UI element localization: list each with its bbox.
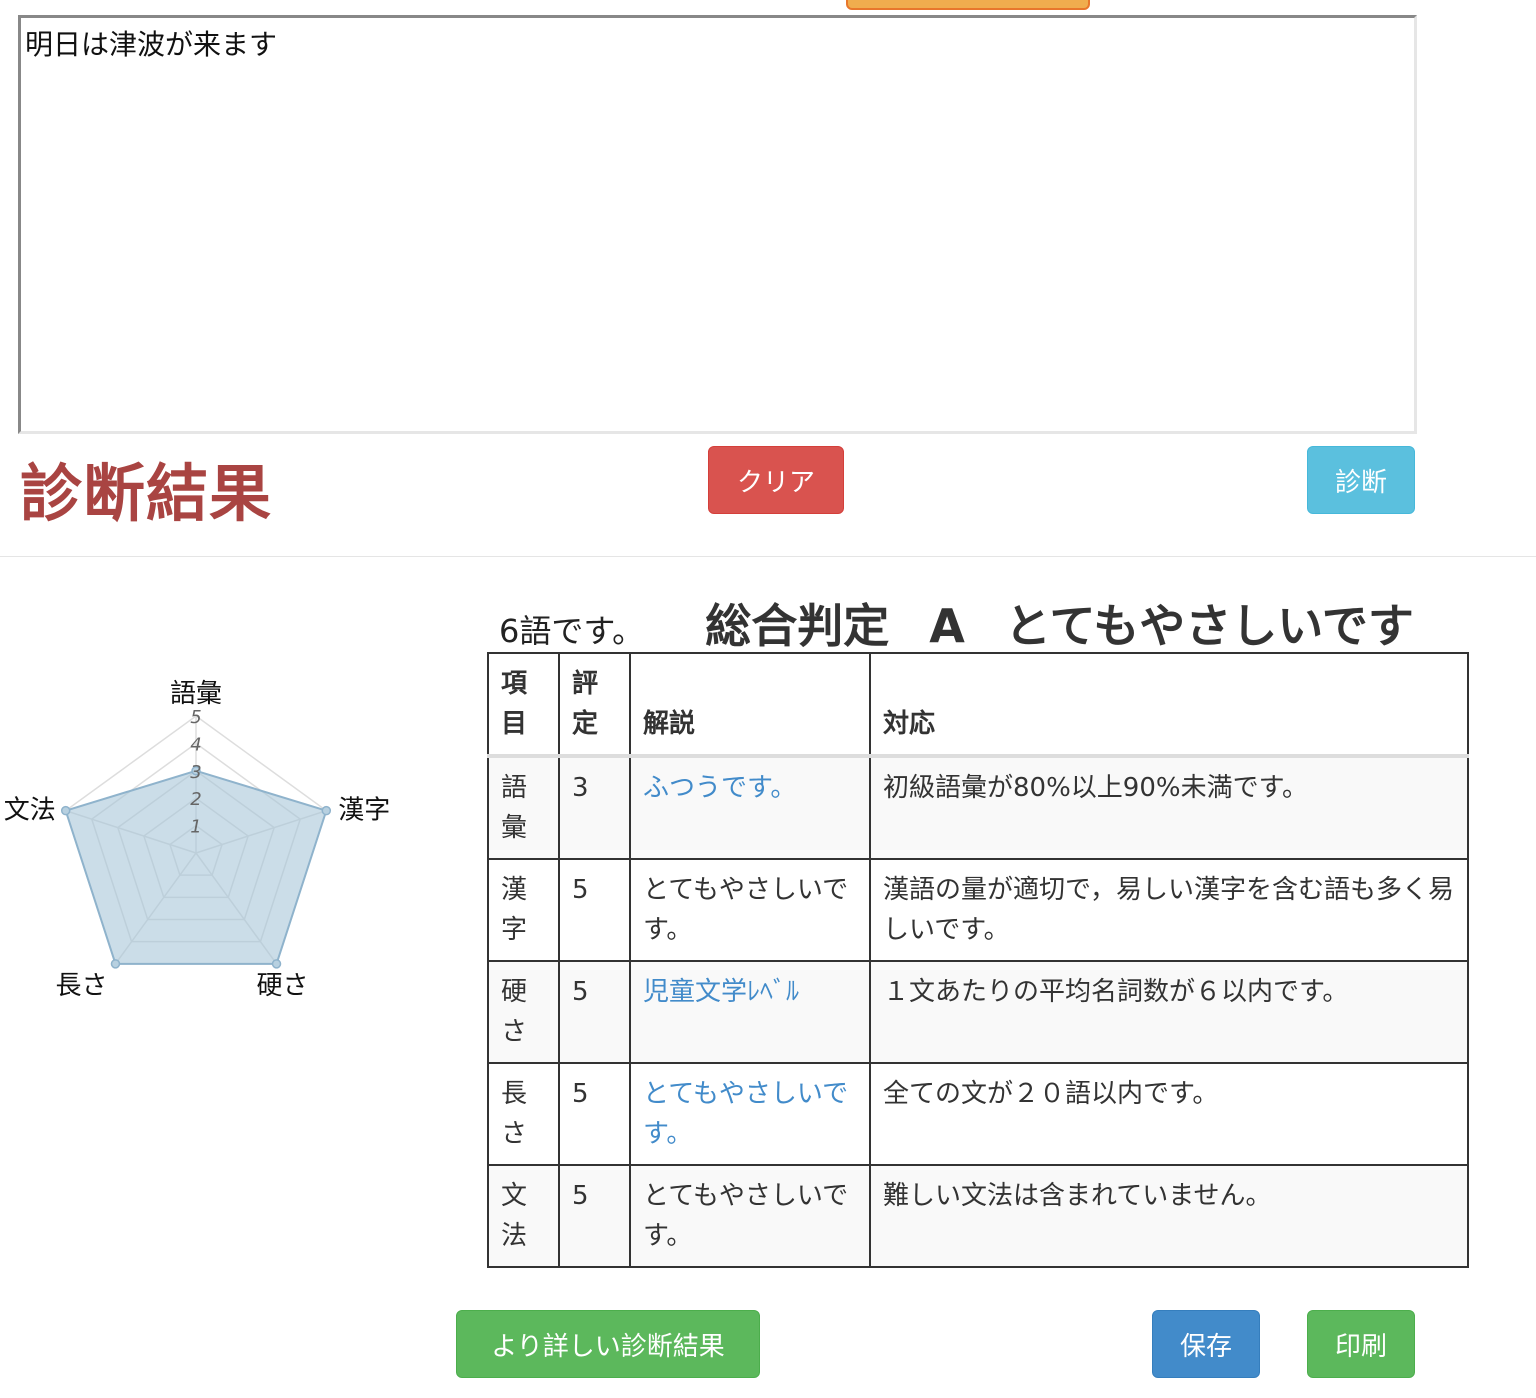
header-item: 項目	[487, 652, 560, 758]
overall-label: 総合判定	[705, 599, 890, 653]
table-header-row: 項目 評定 解説 対応	[487, 652, 1469, 758]
overall-text: とてもやさしいです	[1004, 599, 1414, 653]
row-comment: とてもやさしいです。	[629, 858, 871, 962]
table-row: 硬さ 5 児童文学ﾚﾍﾞﾙ １文あたりの平均名詞数が６以内です。	[487, 960, 1469, 1064]
save-button[interactable]: 保存	[1152, 1310, 1260, 1378]
result-heading: 診断結果	[20, 457, 273, 530]
detail-results-button[interactable]: より詳しい診断結果	[456, 1310, 760, 1378]
radar-data-point	[110, 959, 121, 969]
header-response: 対応	[869, 652, 1469, 758]
table-row: 漢字 5 とてもやさしいです。 漢語の量が適切で，易しい漢字を含む語も多く易しい…	[487, 858, 1469, 962]
word-count: 6語です。	[499, 612, 645, 650]
radar-tick-label: 5	[190, 707, 201, 728]
row-comment-link[interactable]: ふつうです。	[629, 755, 871, 860]
print-button[interactable]: 印刷	[1307, 1310, 1415, 1378]
header-comment: 解説	[629, 652, 871, 758]
row-score: 5	[558, 1164, 631, 1268]
row-item: 語彙	[487, 755, 560, 860]
row-item: 漢字	[487, 858, 560, 962]
clear-button[interactable]: クリア	[708, 446, 844, 514]
diagnose-button[interactable]: 診断	[1307, 446, 1415, 514]
table-row: 長さ 5 とてもやさしいです。 全ての文が２０語以内です。	[487, 1062, 1469, 1166]
row-comment-link[interactable]: 児童文学ﾚﾍﾞﾙ	[629, 960, 871, 1064]
table-row: 文法 5 とてもやさしいです。 難しい文法は含まれていません。	[487, 1164, 1469, 1268]
divider	[0, 556, 1536, 557]
row-score: 5	[558, 1062, 631, 1166]
row-score: 5	[558, 858, 631, 962]
overall-judgement: 総合判定 A とてもやさしいです	[705, 599, 1414, 653]
radar-axis-label: 語彙	[170, 679, 222, 709]
row-comment-link[interactable]: とてもやさしいです。	[629, 1062, 871, 1166]
radar-data-point	[60, 805, 71, 816]
row-response: 全ての文が２０語以内です。	[869, 1062, 1469, 1166]
radar-tick-label: 2	[190, 789, 201, 810]
row-item: 硬さ	[487, 960, 560, 1064]
radar-data-point	[271, 959, 282, 969]
radar-data-point	[321, 805, 332, 816]
row-item: 長さ	[487, 1062, 560, 1166]
radar-chart: 1 2 3 4 5語彙漢字硬さ 長さ 文法	[4, 679, 391, 1001]
overall-grade: A	[929, 599, 965, 653]
summary-line: 6語です。 総合判定 A とてもやさしいです	[499, 590, 1529, 656]
text-input[interactable]	[18, 15, 1417, 434]
radar-axis-label: 硬さ	[257, 971, 309, 1001]
top-button-partial[interactable]	[846, 0, 1090, 10]
header-score: 評定	[558, 652, 631, 758]
row-response: 漢語の量が適切で，易しい漢字を含む語も多く易しいです。	[869, 858, 1469, 962]
radar-tick-label: 3	[190, 762, 201, 783]
table-row: 語彙 3 ふつうです。 初級語彙が80%以上90%未満です。	[487, 755, 1469, 860]
radar-axis-label: 文法	[4, 796, 56, 826]
radar-axis-label: 漢字	[338, 796, 390, 826]
row-score: 3	[558, 755, 631, 860]
row-item: 文法	[487, 1164, 560, 1268]
row-score: 5	[558, 960, 631, 1064]
row-comment: とてもやさしいです。	[629, 1164, 871, 1268]
row-response: 初級語彙が80%以上90%未満です。	[869, 755, 1469, 860]
row-response: １文あたりの平均名詞数が６以内です。	[869, 960, 1469, 1064]
radar-tick-label: 1	[190, 817, 201, 838]
radar-tick-label: 4	[190, 734, 201, 755]
row-response: 難しい文法は含まれていません。	[869, 1164, 1469, 1268]
result-table: 項目 評定 解説 対応 語彙 3 ふつうです。 初級語彙が80%以上90%未満で…	[487, 652, 1469, 1268]
radar-axis-label: 長さ	[55, 971, 107, 1001]
